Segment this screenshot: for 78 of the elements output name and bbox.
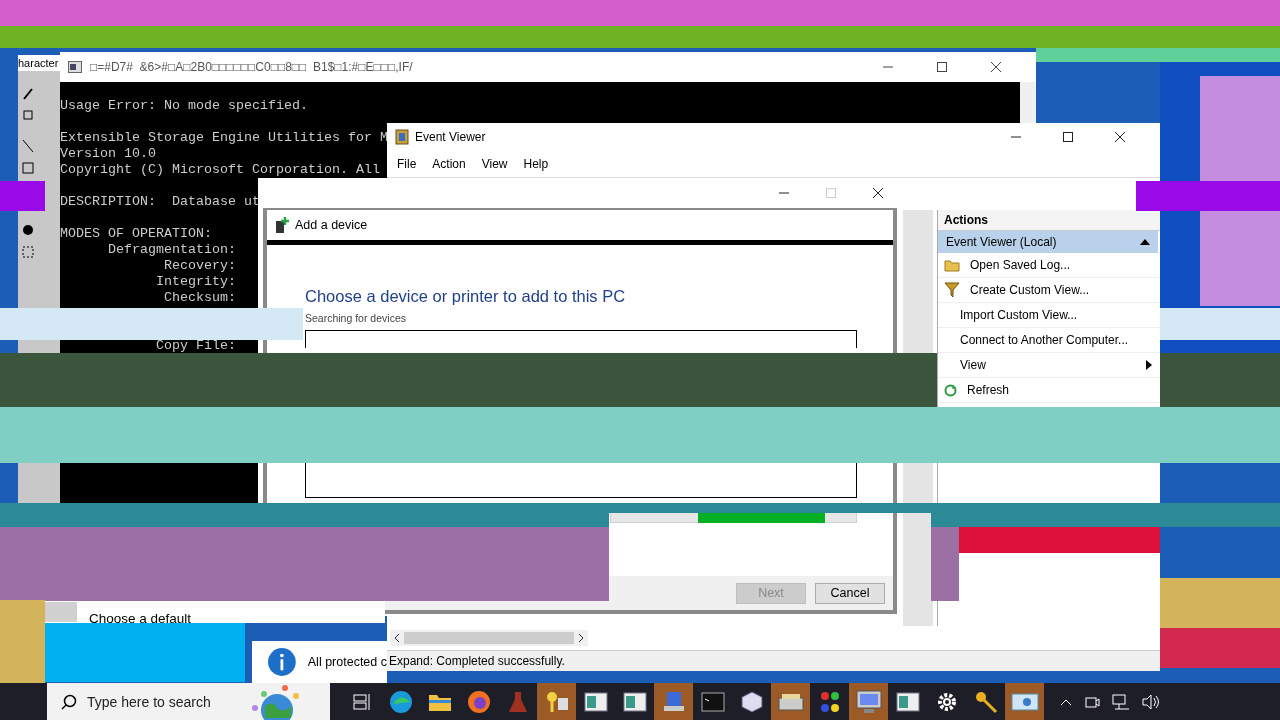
- window-title: haracter: [18, 55, 60, 71]
- console-line: Copy File:: [154, 338, 236, 354]
- console-line: Checksum:: [162, 290, 236, 306]
- key-icon: [544, 689, 569, 714]
- console-line: DESCRIPTION: Database ut: [60, 194, 260, 210]
- pane-command[interactable]: Create Custom View...: [970, 283, 1090, 297]
- maximize-icon[interactable]: [1062, 131, 1074, 143]
- close-icon[interactable]: [872, 187, 884, 199]
- menu-item[interactable]: Action: [432, 157, 466, 171]
- menu-item[interactable]: View: [481, 157, 508, 171]
- console-line: Usage Error: No mode specified.: [60, 98, 308, 114]
- search-field[interactable]: Type here to search: [85, 692, 239, 711]
- scrollbar[interactable]: [1020, 82, 1036, 123]
- menu-item[interactable]: Help: [523, 157, 549, 171]
- scroll-right-icon[interactable]: [578, 633, 584, 643]
- flask-icon: [507, 690, 528, 713]
- refresh-icon: [944, 383, 957, 397]
- device-list[interactable]: [305, 330, 857, 348]
- monitor-icon: [855, 689, 882, 714]
- cube-icon: [740, 690, 763, 713]
- submenu-arrow-icon: [1146, 360, 1152, 370]
- pane-header: Actions: [938, 210, 1160, 231]
- pane-command[interactable]: Open Saved Log...: [970, 258, 1071, 272]
- network-computer-icon: [661, 689, 686, 714]
- cancel-button[interactable]: Cancel: [815, 582, 885, 604]
- group-header[interactable]: Event Viewer (Local): [938, 231, 1158, 253]
- folder-icon: [944, 258, 960, 272]
- console-line: MODES OF OPERATION:: [60, 226, 212, 242]
- app-window-icon: [895, 691, 920, 712]
- status-bar: Expand: Completed successfully.: [387, 650, 1160, 671]
- pane-command[interactable]: Import Custom View...: [960, 308, 1078, 322]
- maximize-icon[interactable]: [936, 61, 948, 73]
- console-icon: [68, 61, 82, 73]
- notice-text: All protected c: [307, 655, 387, 669]
- window-title: □=#D7# &6>#□A□2B0□□□□□□C0□□8□□ B1$□1:#□E□□□,IF/: [90, 60, 414, 74]
- settings-icon: [935, 690, 958, 713]
- glitch-band: [0, 181, 45, 211]
- task-view-icon: [351, 691, 372, 712]
- terminal-icon: [700, 691, 725, 712]
- fox-browser-icon: [466, 689, 491, 714]
- menu-item[interactable]: File: [397, 157, 417, 171]
- browser-icon: [388, 689, 413, 714]
- app-window-icon: [583, 691, 608, 712]
- close-icon[interactable]: [990, 61, 1002, 73]
- console-line: Recovery:: [162, 258, 236, 274]
- console-line: Version 10.0: [60, 146, 156, 162]
- pane-command[interactable]: Refresh: [967, 383, 1010, 397]
- key-icon: [973, 689, 998, 714]
- list-item[interactable]: Choose a default: [89, 610, 192, 626]
- app-window-icon: [622, 691, 647, 712]
- color-grid-icon: [818, 689, 841, 714]
- info-icon: [268, 647, 296, 677]
- horizontal-scrollbar[interactable]: [390, 630, 588, 646]
- network-icon[interactable]: [1112, 693, 1130, 710]
- chevron-up-icon[interactable]: [1060, 697, 1072, 706]
- device-add-icon: [275, 217, 289, 233]
- pane-command[interactable]: View: [960, 358, 986, 372]
- scanner-icon: [777, 691, 804, 712]
- collapse-icon[interactable]: [1140, 239, 1150, 245]
- search-icon: [61, 693, 77, 710]
- camera-icon[interactable]: [1084, 694, 1100, 709]
- status-text: Searching for devices: [305, 312, 407, 324]
- event-log-icon: [395, 129, 409, 145]
- window-title: Event Viewer: [415, 130, 487, 144]
- filter-icon: [944, 282, 960, 298]
- pane-command[interactable]: Connect to Another Computer...: [960, 333, 1129, 347]
- id-card-icon: [1010, 691, 1039, 712]
- scroll-left-icon[interactable]: [394, 633, 400, 643]
- volume-icon[interactable]: [1142, 693, 1160, 710]
- dialog-title: Add a device: [295, 218, 368, 232]
- dialog-heading: Choose a device or printer to add to this PC: [305, 287, 627, 306]
- maximize-icon: [825, 187, 837, 199]
- console-line: Integrity:: [154, 274, 236, 290]
- console-line: Extensible Storage Engine Utilities for M: [60, 130, 388, 146]
- search-bar[interactable]: Type here to search: [47, 683, 330, 720]
- console-line: Copyright (C) Microsoft Corporation. All: [60, 162, 380, 178]
- close-icon[interactable]: [1114, 131, 1126, 143]
- console-line: Defragmentation:: [107, 242, 236, 258]
